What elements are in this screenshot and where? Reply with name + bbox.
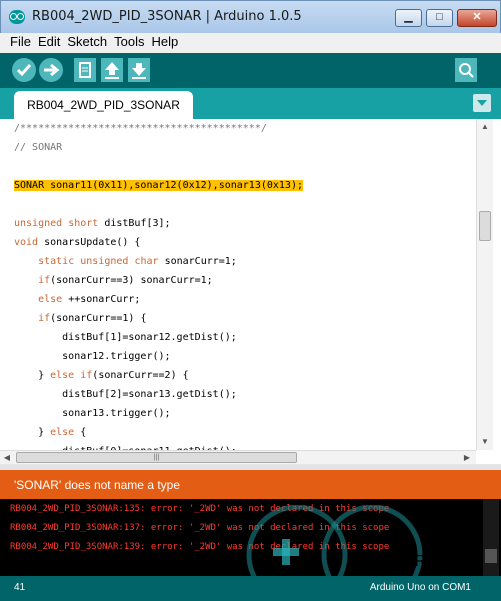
scroll-down-icon[interactable]: ▼ [477,434,493,450]
code-line: unsigned short distBuf[3]; [14,218,171,229]
bottom-status-bar: 41 Arduino Uno on COM1 [0,576,501,601]
tab-bar: RB004_2WD_PID_3SONAR [0,88,501,119]
arrow-up-icon [105,62,119,79]
console-output[interactable]: RB004_2WD_PID_3SONAR:135: error: '_2WD' … [0,499,501,576]
code-line: if(sonarCurr==1) { [38,313,147,324]
title-bar: RB004_2WD_PID_3SONAR | Arduino 1.0.5 ▁ □… [0,0,501,33]
console-line: RB004_2WD_PID_3SONAR:139: error: '_2WD' … [10,542,390,552]
checkmark-icon [16,64,32,77]
scroll-thumb-horizontal[interactable]: ||| [16,452,297,463]
code-line: } else { [14,427,87,438]
new-button[interactable] [74,58,96,82]
code-line: sonar12.trigger(); [14,351,171,362]
code-line: // SONAR [14,142,63,153]
error-status-bar: 'SONAR' does not name a type [0,470,501,499]
maximize-button[interactable]: □ [426,9,453,27]
minimize-button[interactable]: ▁ [395,9,422,27]
code-line: static unsigned char sonarCurr=1; [38,256,237,267]
code-line: void sonarsUpdate() { [14,237,141,248]
editor-vertical-scrollbar[interactable]: ▲ ▼ [476,119,493,450]
verify-button[interactable] [12,58,36,82]
code-line: distBuf[0]=sonar11.getDist(); [14,442,474,450]
console-scrollbar[interactable] [483,499,499,576]
serial-monitor-button[interactable] [455,58,477,82]
code-line: if(sonarCurr==3) sonarCurr=1; [38,275,213,286]
console-line: RB004_2WD_PID_3SONAR:137: error: '_2WD' … [10,523,390,533]
tab-menu-button[interactable] [473,94,491,112]
close-button[interactable]: ✕ [457,9,497,27]
open-button[interactable] [101,58,123,82]
magnifier-icon [459,63,474,78]
scroll-right-icon[interactable]: ▶ [460,451,474,464]
editor-horizontal-scrollbar[interactable]: ◀ ||| ▶ [0,450,476,464]
console-line: RB004_2WD_PID_3SONAR:135: error: '_2WD' … [10,504,390,514]
code-line: else ++sonarCurr; [38,294,141,305]
scroll-thumb[interactable] [479,211,491,241]
toolbar [0,53,501,88]
menu-edit[interactable]: Edit [38,33,60,53]
scroll-up-icon[interactable]: ▲ [477,119,493,135]
arduino-app-icon [9,10,25,24]
board-port: Arduino Uno on COM1 [369,582,471,593]
code-line: SONAR sonar11(0x11),sonar12(0x12),sonar1… [14,176,474,195]
arrow-down-icon [132,63,146,79]
highlighted-error-line: SONAR sonar11(0x11),sonar12(0x12),sonar1… [14,180,303,191]
code-line: /***************************************… [14,123,267,134]
menu-file[interactable]: File [10,33,31,53]
tab-sketch[interactable]: RB004_2WD_PID_3SONAR [14,91,193,119]
scroll-left-icon[interactable]: ◀ [0,451,14,464]
save-button[interactable] [128,58,150,82]
menu-help[interactable]: Help [151,33,178,53]
code-line: sonar13.trigger(); [14,408,171,419]
line-number: 41 [14,582,26,593]
code-line: distBuf[1]=sonar12.getDist(); [14,332,237,343]
code-editor[interactable]: /***************************************… [0,119,501,450]
code-line: } else if(sonarCurr==2) { [14,370,189,381]
code-lines: /***************************************… [14,119,474,450]
code-line: distBuf[2]=sonar13.getDist(); [14,389,237,400]
console-scroll-thumb[interactable] [485,549,497,563]
arrow-right-icon [44,63,60,77]
menu-bar: File Edit Sketch Tools Help [0,33,501,53]
new-file-icon [79,62,91,78]
upload-button[interactable] [39,58,63,82]
menu-sketch[interactable]: Sketch [67,33,107,53]
menu-tools[interactable]: Tools [114,33,144,53]
window-title: RB004_2WD_PID_3SONAR | Arduino 1.0.5 [32,9,302,24]
